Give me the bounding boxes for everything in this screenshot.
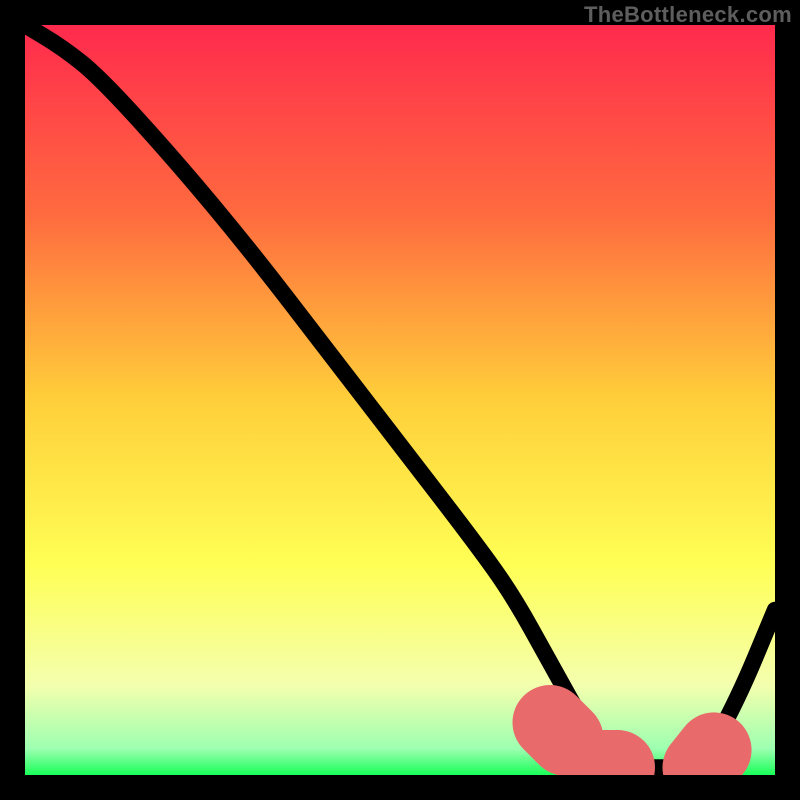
curve-layer xyxy=(25,25,775,775)
bottleneck-curve-line xyxy=(25,25,775,768)
watermark-text: TheBottleneck.com xyxy=(584,2,792,28)
optimal-region-marker xyxy=(550,723,730,768)
plot-area xyxy=(25,25,775,775)
chart-frame: TheBottleneck.com xyxy=(0,0,800,800)
